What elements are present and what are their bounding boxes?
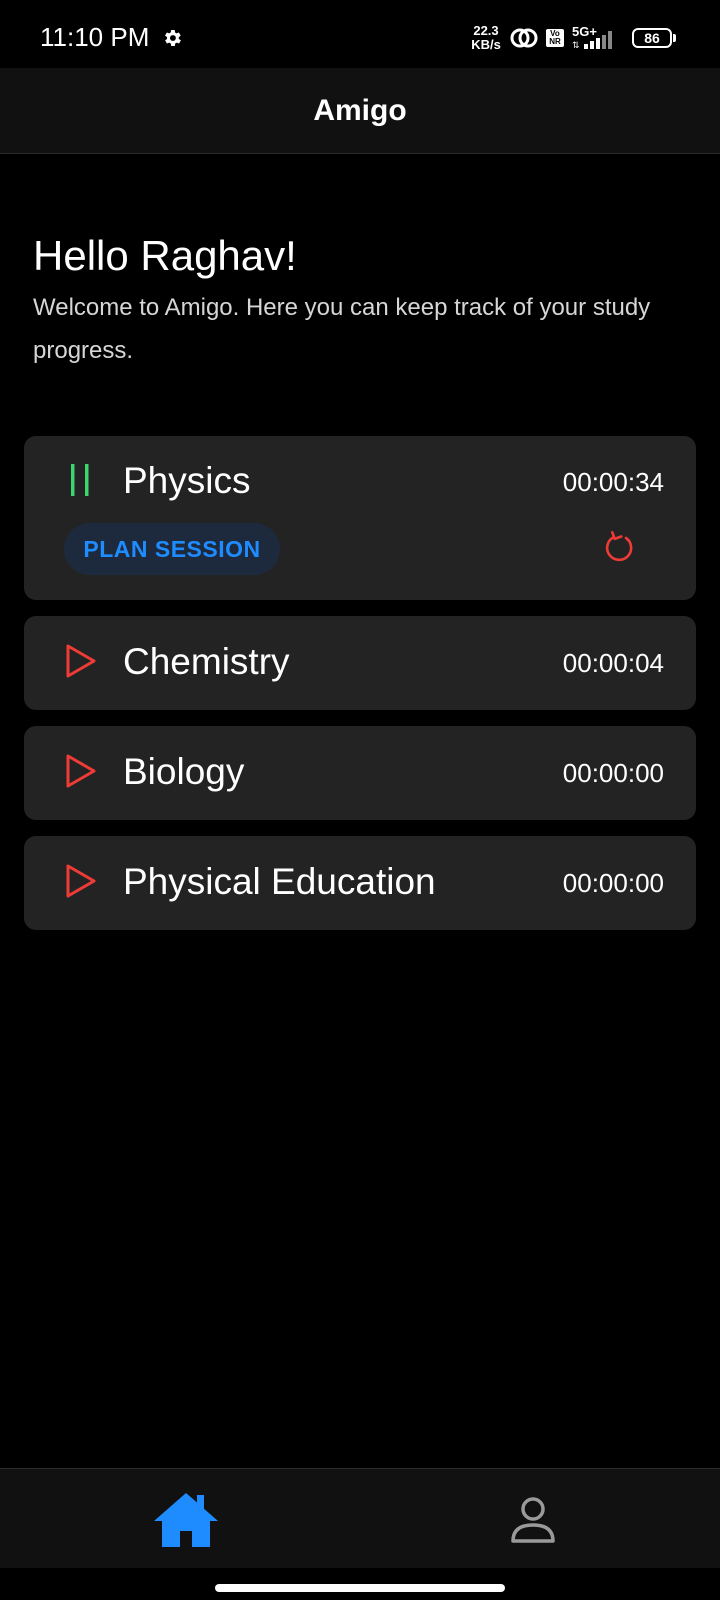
play-icon[interactable] bbox=[64, 753, 98, 789]
plan-session-button[interactable]: PLAN SESSION bbox=[64, 523, 280, 575]
subject-name: Physical Education bbox=[123, 861, 436, 902]
pause-icon[interactable] bbox=[64, 462, 98, 498]
signal-icon: ⇅ bbox=[572, 31, 612, 50]
subject-timer: 00:00:34 bbox=[562, 467, 664, 497]
profile-icon[interactable] bbox=[500, 1495, 566, 1545]
subject-name: Chemistry bbox=[123, 641, 290, 682]
play-icon[interactable] bbox=[64, 863, 98, 899]
subject-card-chemistry[interactable]: Chemistry 00:00:04 bbox=[24, 616, 696, 710]
greeting-title: Hello Raghav! bbox=[33, 232, 297, 279]
app-title: Amigo bbox=[313, 94, 407, 127]
network-speed-value: 22.3 bbox=[473, 23, 499, 38]
status-time: 11:10 PM bbox=[40, 22, 150, 52]
home-indicator[interactable] bbox=[215, 1584, 505, 1592]
hotspot-icon bbox=[510, 28, 538, 48]
home-icon[interactable] bbox=[150, 1489, 222, 1551]
subject-card-physical-education[interactable]: Physical Education 00:00:00 bbox=[24, 836, 696, 930]
status-bar: 11:10 PM 22.3 KB/s Vo NR 5G+ ⇅ 86 bbox=[0, 0, 720, 68]
network-speed-unit: KB/s bbox=[471, 37, 501, 52]
greeting-subtitle: Welcome to Amigo. Here you can keep trac… bbox=[33, 294, 651, 364]
subject-card-biology[interactable]: Biology 00:00:00 bbox=[24, 726, 696, 820]
subject-card-physics[interactable]: Physics 00:00:34 PLAN SESSION bbox=[24, 436, 696, 600]
volte-icon: Vo NR bbox=[546, 29, 564, 47]
bottom-navigation bbox=[0, 1468, 720, 1568]
gear-icon bbox=[165, 30, 181, 46]
battery-tip bbox=[673, 34, 676, 42]
network-speed: 22.3 KB/s bbox=[470, 24, 502, 52]
app-bar: Amigo bbox=[0, 68, 720, 154]
reset-icon[interactable] bbox=[602, 529, 636, 565]
subject-name: Biology bbox=[123, 751, 245, 792]
svg-text:⇅: ⇅ bbox=[572, 40, 580, 50]
subject-timer: 00:00:00 bbox=[562, 758, 664, 788]
subject-name: Physics bbox=[123, 460, 251, 501]
play-icon[interactable] bbox=[64, 643, 98, 679]
subject-timer: 00:00:00 bbox=[562, 868, 664, 898]
battery-level: 86 bbox=[644, 30, 660, 46]
subject-timer: 00:00:04 bbox=[562, 648, 664, 678]
